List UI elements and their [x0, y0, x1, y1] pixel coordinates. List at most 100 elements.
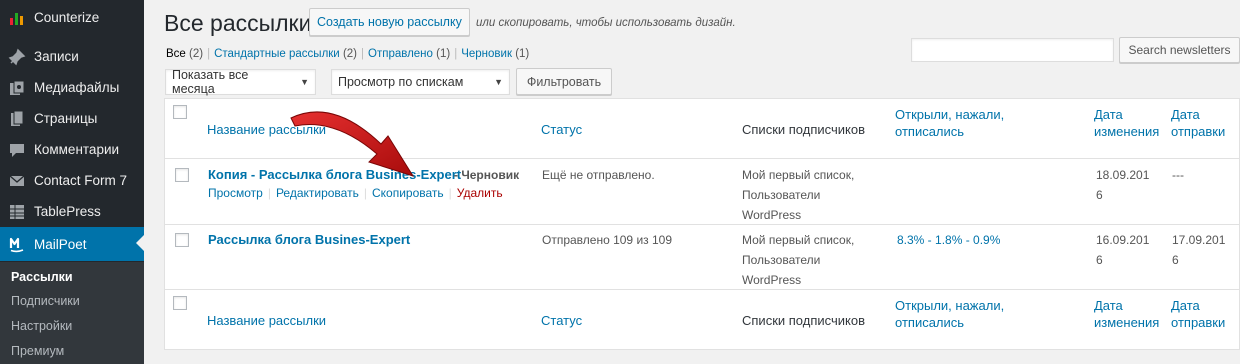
mailpoet-icon [8, 235, 26, 253]
date-line: 6 [1096, 188, 1103, 202]
chart-icon [8, 9, 26, 27]
delete-link[interactable]: Удалить [457, 186, 503, 200]
newsletters-table: Название рассылки Статус Списки подписчи… [164, 98, 1240, 350]
select-all-checkbox-footer[interactable] [173, 296, 187, 310]
draft-state-label: - Черновик [454, 168, 520, 182]
column-header-stats-line2: отписались [895, 124, 965, 139]
list-line: WordPress [742, 208, 802, 222]
list-select[interactable]: Просмотр по спискам ▼ [331, 69, 510, 95]
newsletter-title-link[interactable]: Рассылка блога Busines-Expert [208, 232, 410, 247]
submenu-subscribers[interactable]: Подписчики [11, 294, 80, 308]
column-footer-lists: Списки подписчиков [742, 313, 865, 328]
column-footer-sent-line1: Дата [1171, 298, 1200, 313]
view-count: (1) [515, 48, 530, 60]
column-header-status[interactable]: Статус [541, 121, 582, 138]
row-divider [165, 224, 1239, 225]
modified-date: 18.09.201 6 [1096, 165, 1149, 205]
column-header-sent-line1: Дата [1171, 107, 1200, 122]
chevron-down-icon: ▼ [300, 77, 309, 87]
column-footer-stats-line1: Открыли, нажали, [895, 298, 1005, 313]
status-text: Отправлено 109 из 109 [542, 233, 673, 247]
select-all-checkbox[interactable] [173, 105, 187, 119]
row-divider [165, 158, 1239, 159]
menu-item-label: Contact Form 7 [34, 173, 128, 188]
column-header-name[interactable]: Название рассылки [207, 121, 326, 138]
mailpoet-submenu: Рассылки Подписчики Настройки Премиум [0, 262, 144, 364]
menu-item-counterize[interactable]: Counterize [0, 2, 144, 33]
status-filter-links: Все (2) | Стандартные рассылки (2) | Отправл… [166, 48, 529, 60]
menu-item-tablepress[interactable]: TablePress [0, 196, 144, 227]
column-header-sent[interactable]: Дата отправки [1171, 106, 1225, 140]
view-count: (1) [436, 48, 451, 60]
filter-button[interactable]: Фильтровать [516, 68, 612, 95]
menu-item-label: Медиафайлы [34, 80, 120, 95]
list-line: Мой первый список, [742, 168, 855, 182]
sent-date: --- [1172, 168, 1184, 182]
modified-date: 16.09.201 6 [1096, 230, 1149, 270]
view-standard-link[interactable]: Стандартные рассылки [214, 48, 340, 60]
subscriber-lists: Мой первый список, Пользователи WordPres… [742, 165, 854, 225]
separator: | [363, 186, 367, 200]
duplicate-link[interactable]: Скопировать [372, 186, 444, 200]
preview-link[interactable]: Просмотр [208, 186, 263, 200]
copy-hint-text: или скопировать, чтобы использовать диза… [476, 17, 736, 29]
column-footer-stats[interactable]: Открыли, нажали, отписались [895, 297, 1004, 331]
submenu-premium[interactable]: Премиум [11, 344, 64, 358]
menu-item-mailpoet[interactable]: MailPoet [0, 227, 144, 261]
create-newsletter-button[interactable]: Создать новую рассылку [309, 8, 470, 36]
column-header-stats[interactable]: Открыли, нажали, отписались [895, 106, 1004, 140]
menu-item-comments[interactable]: Комментарии [0, 134, 144, 165]
separator: | [448, 186, 452, 200]
row-checkbox[interactable] [175, 168, 189, 182]
view-count: (2) [342, 48, 357, 60]
menu-item-posts[interactable]: Записи [0, 41, 144, 72]
newsletter-title-link[interactable]: Копия - Рассылка блога Busines-Expert [208, 167, 461, 182]
separator: | [207, 48, 211, 60]
column-footer-modified-line1: Дата [1094, 298, 1123, 313]
column-footer-modified[interactable]: Дата изменения [1094, 297, 1159, 331]
row-actions: Просмотр | Редактировать | Скопировать | Удали… [208, 186, 503, 200]
month-select-value: Показать все месяца [172, 68, 249, 96]
view-sent-link[interactable]: Отправлено [368, 48, 433, 60]
column-header-modified-line2: изменения [1094, 124, 1160, 139]
date-line: 6 [1172, 253, 1179, 267]
table-icon [8, 203, 26, 221]
column-footer-name[interactable]: Название рассылки [207, 312, 326, 329]
stats-link[interactable]: 8.3% - 1.8% - 0.9% [897, 233, 1000, 247]
column-header-lists: Списки подписчиков [742, 122, 865, 137]
month-select[interactable]: Показать все месяца ▼ [165, 68, 316, 96]
menu-item-label: Страницы [34, 111, 98, 126]
menu-item-pages[interactable]: Страницы [0, 103, 144, 134]
menu-item-label: Записи [34, 49, 79, 64]
comment-icon [8, 141, 26, 159]
column-header-stats-line1: Открыли, нажали, [895, 107, 1005, 122]
sent-date: 17.09.201 6 [1172, 230, 1225, 270]
column-footer-sent-line2: отправки [1171, 315, 1226, 330]
search-input[interactable] [911, 38, 1114, 62]
column-header-modified-line1: Дата [1094, 107, 1123, 122]
list-line: Мой первый список, [742, 233, 855, 247]
page-icon [8, 110, 26, 128]
date-line: 17.09.201 [1172, 233, 1226, 247]
submenu-settings[interactable]: Настройки [11, 319, 72, 333]
column-footer-sent[interactable]: Дата отправки [1171, 297, 1225, 331]
media-icon [8, 79, 26, 97]
submenu-newsletters[interactable]: Рассылки [11, 270, 73, 284]
view-count: (2) [189, 48, 204, 60]
menu-item-media[interactable]: Медиафайлы [0, 72, 144, 103]
list-line: Пользователи [742, 188, 821, 202]
row-checkbox[interactable] [175, 233, 189, 247]
view-all-link[interactable]: Все [166, 48, 186, 60]
menu-item-contact-form[interactable]: Contact Form 7 [0, 165, 144, 196]
row-divider [165, 289, 1239, 290]
menu-item-label: TablePress [34, 204, 101, 219]
page-title: Все рассылки [164, 10, 312, 36]
search-newsletters-button[interactable]: Search newsletters [1119, 37, 1240, 63]
pin-icon [8, 48, 26, 66]
column-header-sent-line2: отправки [1171, 124, 1226, 139]
column-header-modified[interactable]: Дата изменения [1094, 106, 1159, 140]
column-footer-status[interactable]: Статус [541, 312, 582, 329]
view-draft-link[interactable]: Черновик [461, 48, 512, 60]
edit-link[interactable]: Редактировать [276, 186, 359, 200]
list-select-value: Просмотр по спискам [338, 75, 464, 89]
